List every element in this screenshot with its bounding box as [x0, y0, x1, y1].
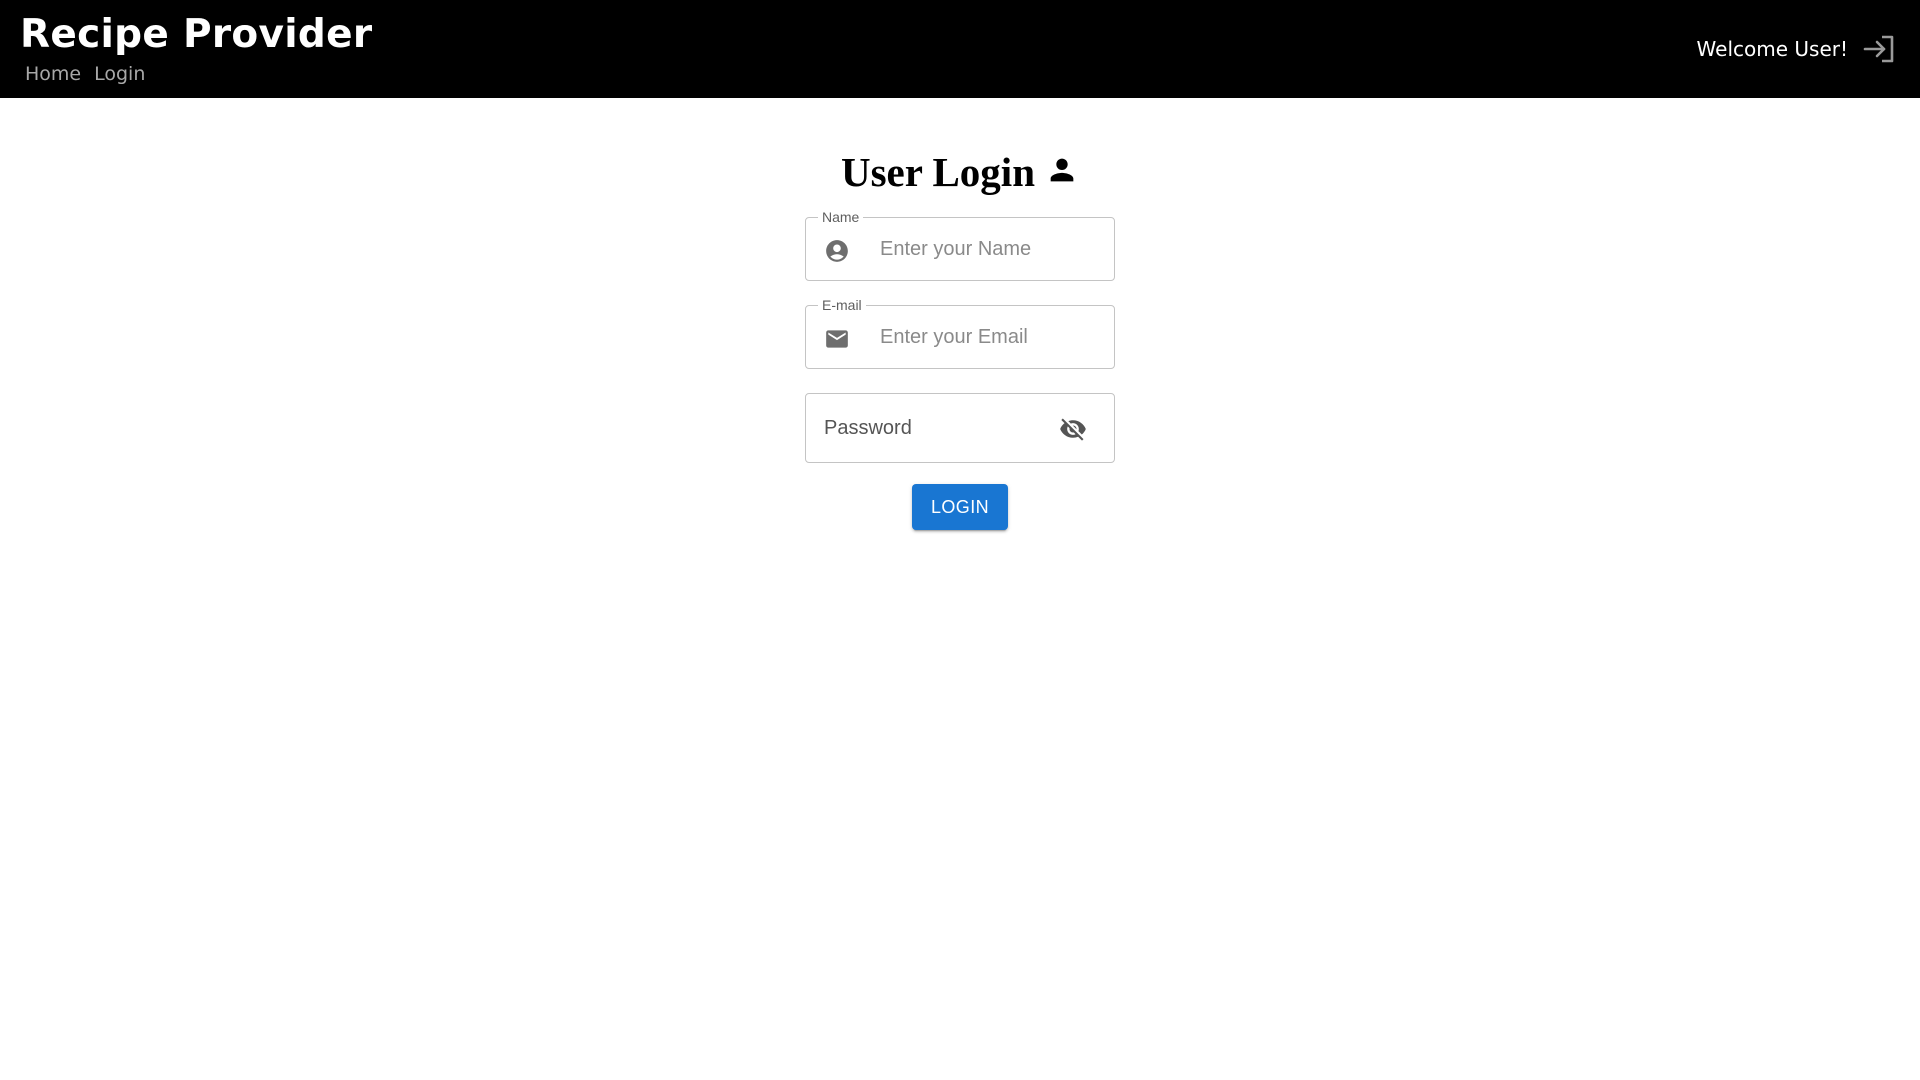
- nav-link-login[interactable]: Login: [94, 62, 145, 86]
- name-field-label: Name: [818, 209, 864, 225]
- password-field: [805, 393, 1115, 463]
- email-input[interactable]: [880, 306, 1100, 368]
- nav-links: Home Login: [25, 62, 145, 86]
- mail-icon: [826, 330, 848, 348]
- email-field-label: E-mail: [818, 297, 866, 313]
- app-title: Recipe Provider: [20, 12, 373, 57]
- account-circle-icon: [826, 240, 848, 262]
- name-field: Name: [805, 209, 1115, 281]
- login-heading: User Login: [0, 146, 1920, 198]
- email-field: E-mail: [805, 297, 1115, 369]
- login-arrow-icon[interactable]: [1862, 34, 1896, 64]
- user-welcome: Welcome User!: [1697, 34, 1896, 64]
- nav-link-home[interactable]: Home: [25, 62, 81, 86]
- login-button[interactable]: LOGIN: [912, 484, 1008, 530]
- welcome-text: Welcome User!: [1696, 37, 1848, 61]
- visibility-off-icon[interactable]: [1058, 415, 1088, 443]
- person-icon: [1050, 158, 1074, 182]
- password-input[interactable]: [824, 394, 1054, 462]
- page-title: User Login: [840, 149, 1035, 195]
- app-header: Recipe Provider Home Login Welcome User!: [0, 0, 1920, 98]
- name-input[interactable]: [880, 218, 1100, 280]
